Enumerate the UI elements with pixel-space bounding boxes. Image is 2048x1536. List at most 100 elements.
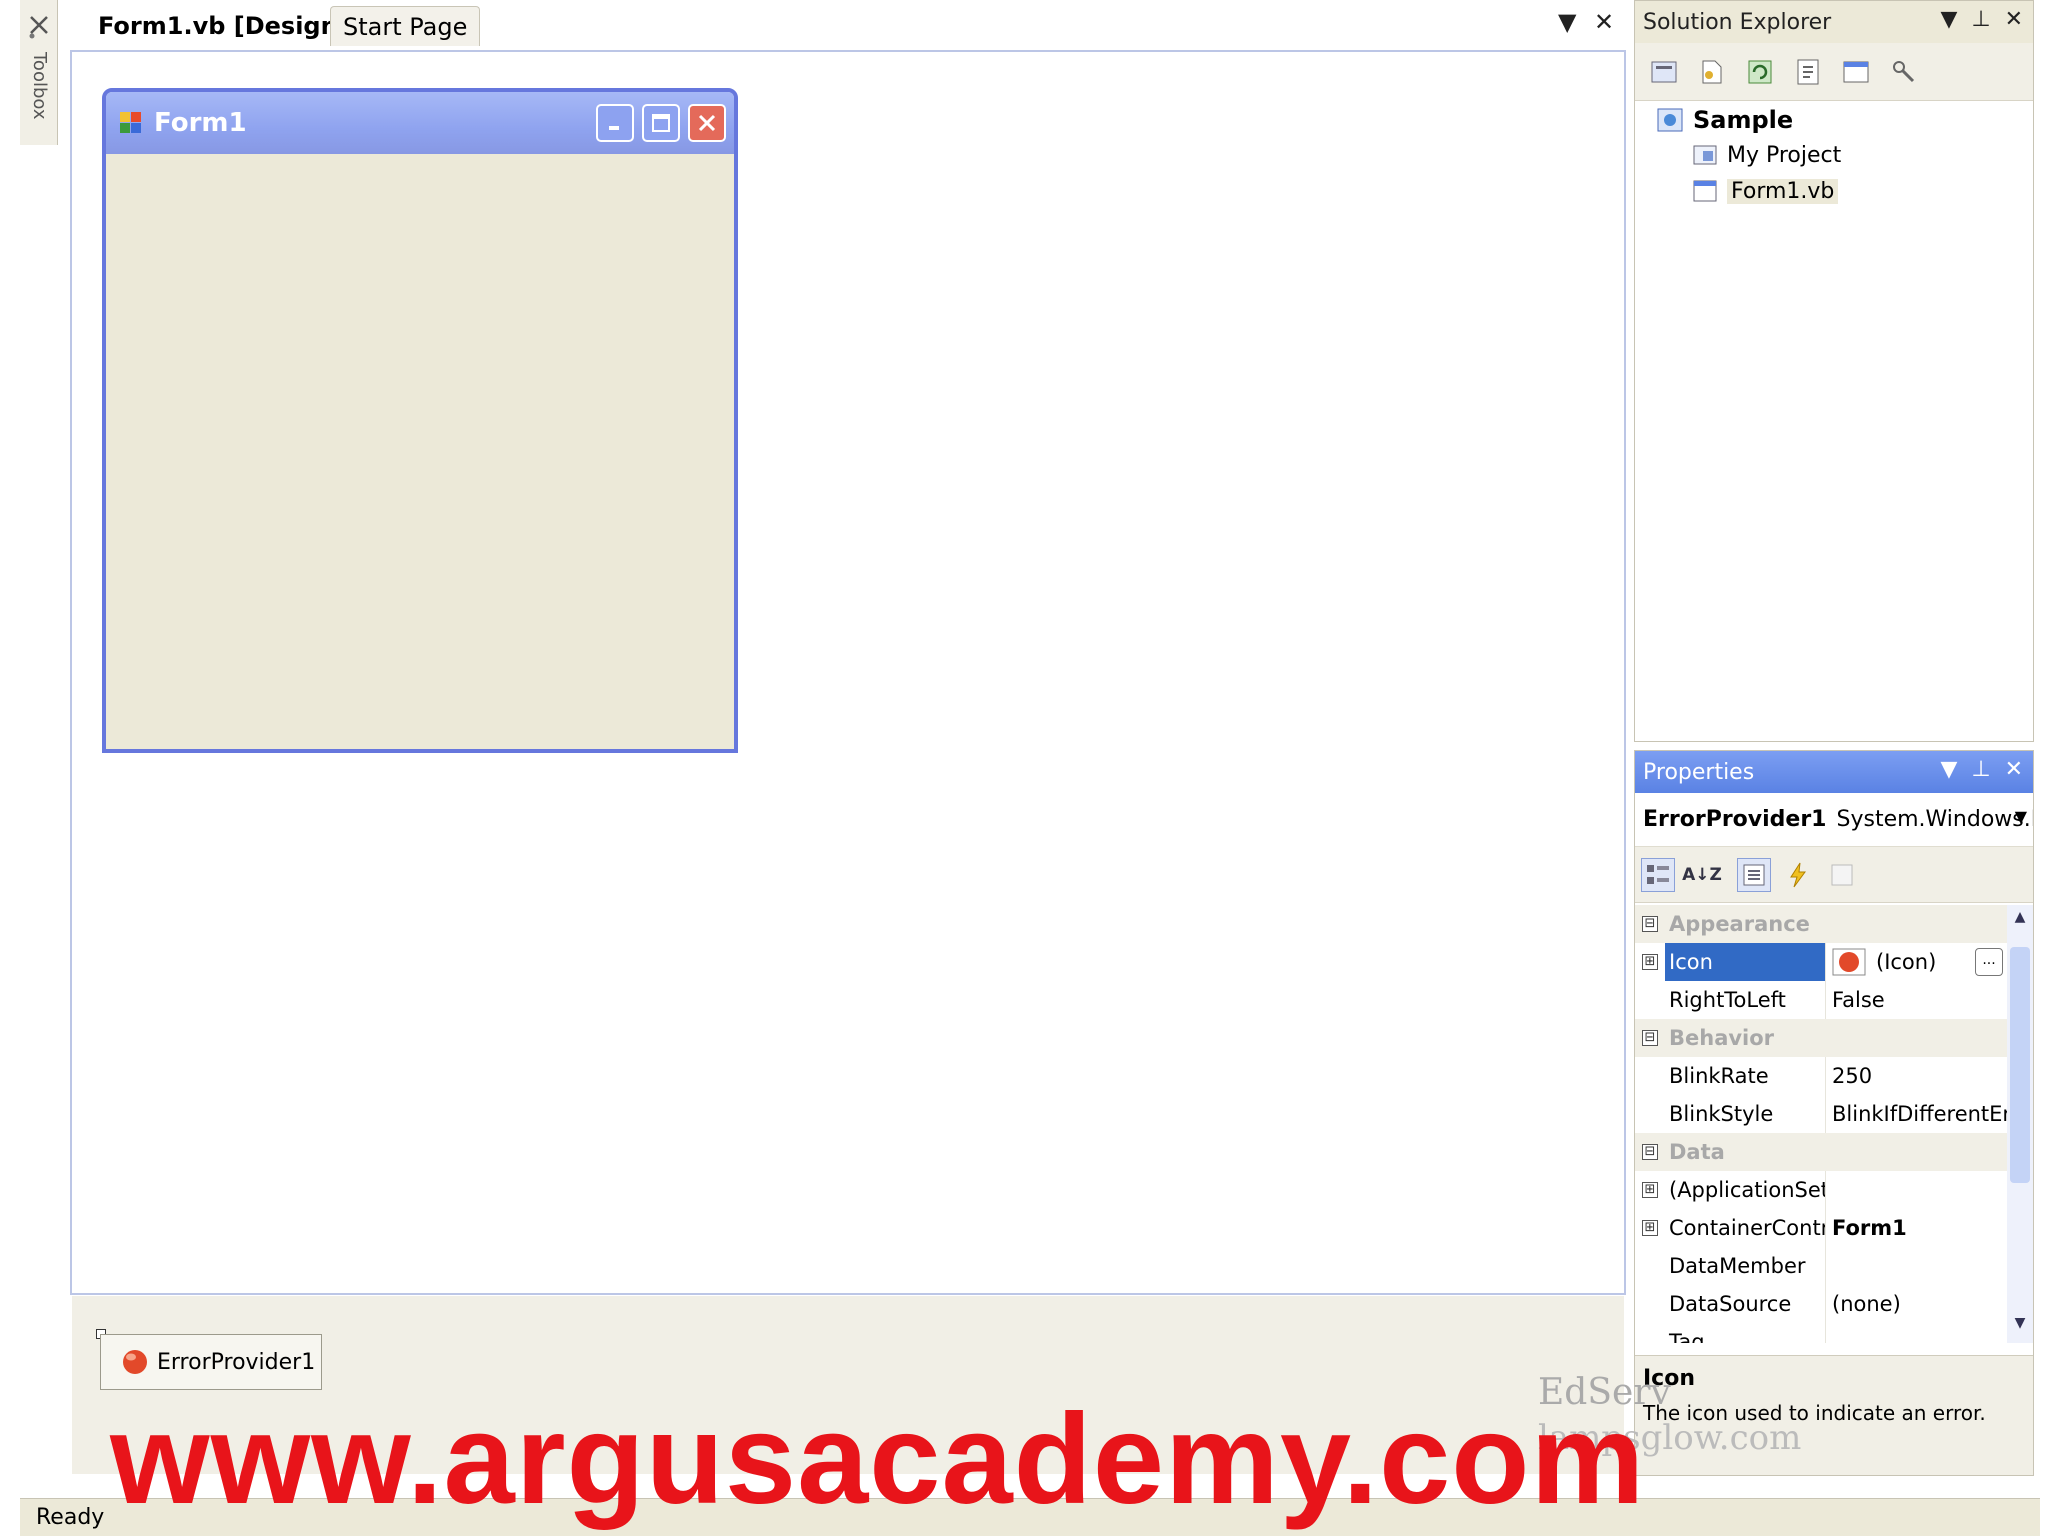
property-name: BlinkStyle [1669, 1102, 1774, 1126]
collapse-icon[interactable]: ⊟ [1642, 1144, 1658, 1160]
show-all-files-icon [1702, 60, 1722, 83]
properties-toolbar: A↓Z [1635, 847, 2033, 903]
collapse-icon[interactable]: ⊟ [1642, 916, 1658, 932]
document-close-button[interactable]: ✕ [1594, 8, 1614, 36]
document-window-menu-button[interactable]: ▼ [1558, 8, 1576, 36]
solution-explorer-toolbar [1635, 43, 2033, 101]
chevron-down-icon[interactable]: ▼ [2015, 807, 2027, 826]
properties-icon [1651, 61, 1677, 82]
toolbox-label: Toolbox [29, 52, 50, 120]
tray-item-errorprovider[interactable]: ErrorProvider1 [100, 1334, 322, 1390]
close-icon [698, 114, 716, 132]
property-value[interactable]: Form1 [1825, 1209, 2007, 1247]
tray-item-label: ErrorProvider1 [157, 1349, 316, 1375]
maximize-icon [652, 114, 670, 132]
form-app-icon [120, 112, 141, 133]
document-tab-strip: Form1.vb [Design]* Start Page ▼ ✕ [58, 0, 1626, 50]
property-value-text: (Icon) [1876, 950, 1937, 974]
property-name: (ApplicationSetti [1669, 1178, 1825, 1202]
form-file-icon [1693, 180, 1717, 202]
properties-pin-button[interactable]: ⊥ [1971, 757, 1990, 782]
property-pages-icon [1831, 864, 1853, 885]
property-name: Tag [1669, 1330, 1705, 1343]
form1-window[interactable]: Form1 [102, 88, 738, 753]
object-type: System.Windows.Fc [1836, 807, 2034, 832]
scroll-down-button[interactable]: ▼ [2010, 1315, 2030, 1339]
error-provider-icon [123, 1350, 147, 1374]
property-row-datasource[interactable]: DataSource (none) [1635, 1285, 2007, 1323]
view-code-button[interactable] [1791, 55, 1825, 89]
properties-button[interactable] [1647, 55, 1681, 89]
properties-panel: Properties ▼ ⊥ ✕ ErrorProvider1 System.W… [1634, 750, 2034, 1476]
category-label: Appearance [1669, 912, 1810, 936]
property-name: Icon [1665, 943, 1825, 981]
form-close-button[interactable] [688, 104, 726, 142]
property-grid: ⊟ Appearance ⊞ Icon (Icon) ... RightToLe… [1635, 905, 2007, 1343]
property-value[interactable] [1825, 1323, 2007, 1343]
expand-icon[interactable]: ⊞ [1642, 954, 1658, 970]
properties-view-button[interactable] [1737, 857, 1771, 892]
property-value[interactable]: (none) [1825, 1285, 2007, 1323]
tree-item-my-project[interactable]: My Project [1691, 141, 1841, 169]
form1-title: Form1 [154, 108, 247, 138]
tree-item-solution-sample[interactable]: Sample [1655, 105, 1793, 135]
property-name: RightToLeft [1669, 988, 1786, 1012]
property-name: DataSource [1669, 1292, 1792, 1316]
object-selector[interactable]: ErrorProvider1 System.Windows.Fc ▼ [1635, 793, 2033, 847]
property-row-datamember[interactable]: DataMember [1635, 1247, 2007, 1285]
form1-titlebar[interactable]: Form1 [106, 92, 734, 154]
property-name: ContainerContrc [1669, 1216, 1825, 1240]
class-diagram-button[interactable] [1887, 55, 1921, 89]
property-value[interactable]: False [1825, 981, 2007, 1019]
argus-academy-watermark: www.argusacademy.com [110, 1388, 1646, 1531]
status-text: Ready [36, 1505, 105, 1530]
error-icon-preview [1832, 948, 1866, 976]
expand-icon[interactable]: ⊞ [1642, 1182, 1658, 1198]
tab-start-page[interactable]: Start Page [330, 6, 481, 46]
description-title: Icon [1643, 1366, 1696, 1391]
property-value[interactable]: 250 [1825, 1057, 2007, 1095]
property-row-righttoleft[interactable]: RightToLeft False [1635, 981, 2007, 1019]
show-all-files-button[interactable] [1695, 55, 1729, 89]
ellipsis-button[interactable]: ... [1975, 948, 2003, 976]
tree-item-label: My Project [1727, 142, 1842, 168]
property-row-blinkrate[interactable]: BlinkRate 250 [1635, 1057, 2007, 1095]
category-data[interactable]: ⊟ Data [1635, 1133, 2007, 1171]
form-minimize-button[interactable] [596, 104, 634, 142]
toolbox-strip[interactable]: Toolbox [20, 0, 58, 145]
properties-close-button[interactable]: ✕ [2005, 757, 2023, 782]
property-value[interactable] [1825, 1171, 2007, 1209]
property-name: BlinkRate [1669, 1064, 1769, 1088]
properties-dropdown-button[interactable]: ▼ [1940, 757, 1957, 782]
property-row-containercontrol[interactable]: ⊞ ContainerContrc Form1 [1635, 1209, 2007, 1247]
tree-item-label: Form1.vb [1727, 178, 1839, 204]
alphabetical-button[interactable]: A↓Z [1682, 858, 1722, 892]
solution-explorer-close-button[interactable]: ✕ [2005, 7, 2023, 32]
collapse-icon[interactable]: ⊟ [1642, 1030, 1658, 1046]
expand-icon[interactable]: ⊞ [1642, 1220, 1658, 1236]
scrollbar-thumb[interactable] [2010, 947, 2030, 1183]
solution-explorer-dropdown-button[interactable]: ▼ [1940, 7, 1957, 32]
property-row-icon[interactable]: ⊞ Icon (Icon) ... [1635, 943, 2007, 981]
property-pages-button[interactable] [1825, 858, 1859, 892]
solution-explorer-pin-button[interactable]: ⊥ [1971, 7, 1990, 32]
property-row-applicationsettings[interactable]: ⊞ (ApplicationSetti [1635, 1171, 2007, 1209]
class-diagram-icon [1893, 60, 1915, 82]
scroll-up-button[interactable]: ▲ [2010, 909, 2030, 933]
category-behavior[interactable]: ⊟ Behavior [1635, 1019, 2007, 1057]
property-value[interactable] [1825, 1247, 2007, 1285]
tree-item-form1-vb[interactable]: Form1.vb [1691, 177, 1839, 205]
property-row-blinkstyle[interactable]: BlinkStyle BlinkIfDifferentErr [1635, 1095, 2007, 1133]
property-value[interactable]: BlinkIfDifferentErr [1825, 1095, 2007, 1133]
property-value[interactable]: (Icon) ... [1825, 943, 2007, 981]
events-button[interactable] [1781, 858, 1815, 892]
view-designer-button[interactable] [1839, 55, 1873, 89]
property-grid-scrollbar[interactable]: ▲ ▼ [2007, 905, 2033, 1343]
form-maximize-button[interactable] [642, 104, 680, 142]
view-code-icon [1797, 59, 1819, 84]
refresh-icon [1748, 60, 1772, 83]
category-appearance[interactable]: ⊟ Appearance [1635, 905, 2007, 943]
categorized-button[interactable] [1641, 857, 1675, 892]
property-row-tag[interactable]: Tag [1635, 1323, 2007, 1343]
refresh-button[interactable] [1743, 55, 1777, 89]
